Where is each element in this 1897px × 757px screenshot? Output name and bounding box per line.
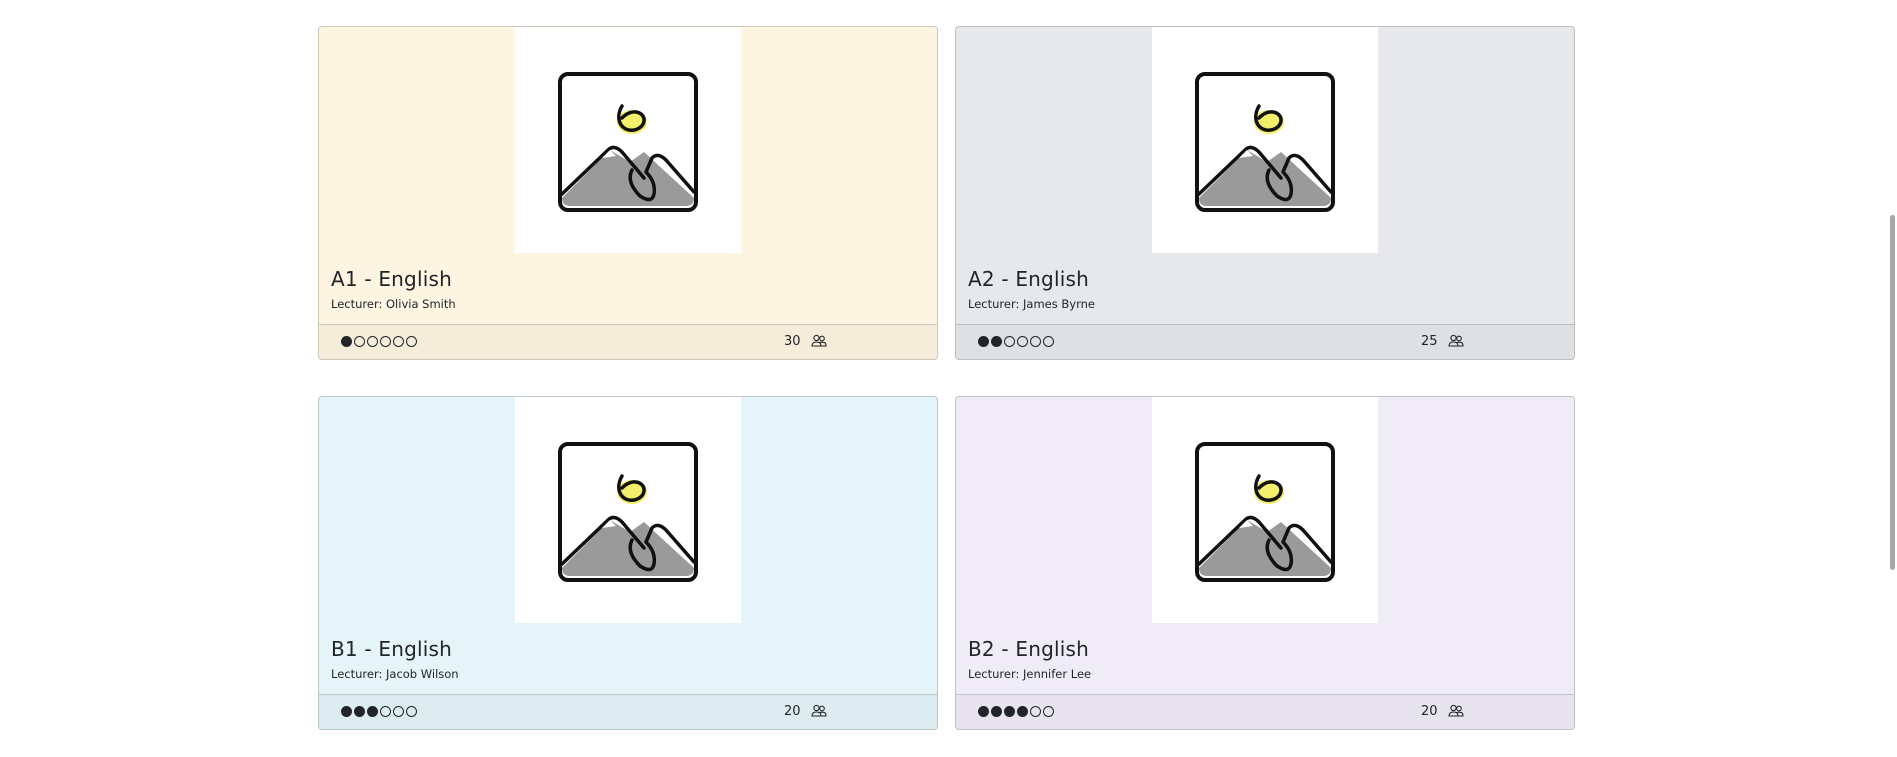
people-icon <box>810 333 827 349</box>
people-icon <box>1447 333 1464 349</box>
level-dot-empty <box>354 336 365 347</box>
course-lecturer: Lecturer: Jacob Wilson <box>331 667 459 681</box>
level-dot-empty <box>1030 706 1041 717</box>
students-count: 25 <box>1421 333 1464 349</box>
students-count: 20 <box>784 703 827 719</box>
level-dot-filled <box>1004 706 1015 717</box>
level-dot-empty <box>393 706 404 717</box>
level-dot-empty <box>367 336 378 347</box>
course-lecturer: Lecturer: James Byrne <box>968 297 1095 311</box>
level-dot-filled <box>978 706 989 717</box>
image-placeholder-icon <box>1152 397 1378 623</box>
level-dot-filled <box>1017 706 1028 717</box>
students-count: 20 <box>1421 703 1464 719</box>
level-dot-empty <box>393 336 404 347</box>
level-dot-empty <box>380 336 391 347</box>
course-lecturer: Lecturer: Olivia Smith <box>331 297 456 311</box>
scrollbar-thumb[interactable] <box>1890 215 1895 570</box>
level-dot-filled <box>367 706 378 717</box>
students-count: 30 <box>784 333 827 349</box>
course-grid: A1 - English Lecturer: Olivia Smith 30 A <box>318 26 1575 730</box>
level-dot-filled <box>354 706 365 717</box>
level-dot-empty <box>1043 706 1054 717</box>
level-dot-empty <box>1004 336 1015 347</box>
level-dot-filled <box>978 336 989 347</box>
card-footer: 20 <box>956 694 1574 729</box>
level-indicator <box>341 706 417 717</box>
students-count-value: 20 <box>784 703 801 719</box>
level-dot-empty <box>1030 336 1041 347</box>
image-placeholder-icon <box>515 27 741 253</box>
card-footer: 25 <box>956 324 1574 359</box>
course-lecturer: Lecturer: Jennifer Lee <box>968 667 1092 681</box>
people-icon <box>810 703 827 719</box>
level-dot-empty <box>1043 336 1054 347</box>
level-indicator <box>978 706 1054 717</box>
course-card[interactable]: B2 - English Lecturer: Jennifer Lee 20 <box>955 396 1575 730</box>
level-dot-empty <box>380 706 391 717</box>
level-dot-filled <box>991 706 1002 717</box>
students-count-value: 30 <box>784 333 801 349</box>
vertical-scrollbar[interactable] <box>1885 0 1897 757</box>
card-footer: 30 <box>319 324 937 359</box>
course-title[interactable]: A2 - English <box>968 267 1562 291</box>
card-footer: 20 <box>319 694 937 729</box>
students-count-value: 25 <box>1421 333 1438 349</box>
level-dot-empty <box>406 706 417 717</box>
level-dot-filled <box>341 336 352 347</box>
course-title[interactable]: B2 - English <box>968 637 1562 661</box>
students-count-value: 20 <box>1421 703 1438 719</box>
image-placeholder-icon <box>515 397 741 623</box>
level-indicator <box>341 336 417 347</box>
course-card[interactable]: A1 - English Lecturer: Olivia Smith 30 <box>318 26 938 360</box>
course-card[interactable]: B1 - English Lecturer: Jacob Wilson 20 <box>318 396 938 730</box>
level-dot-filled <box>991 336 1002 347</box>
level-indicator <box>978 336 1054 347</box>
level-dot-empty <box>1017 336 1028 347</box>
people-icon <box>1447 703 1464 719</box>
course-title[interactable]: B1 - English <box>331 637 925 661</box>
level-dot-empty <box>406 336 417 347</box>
course-list-page: A1 - English Lecturer: Olivia Smith 30 A <box>0 0 1897 757</box>
level-dot-filled <box>341 706 352 717</box>
course-title[interactable]: A1 - English <box>331 267 925 291</box>
course-card[interactable]: A2 - English Lecturer: James Byrne 25 <box>955 26 1575 360</box>
image-placeholder-icon <box>1152 27 1378 253</box>
